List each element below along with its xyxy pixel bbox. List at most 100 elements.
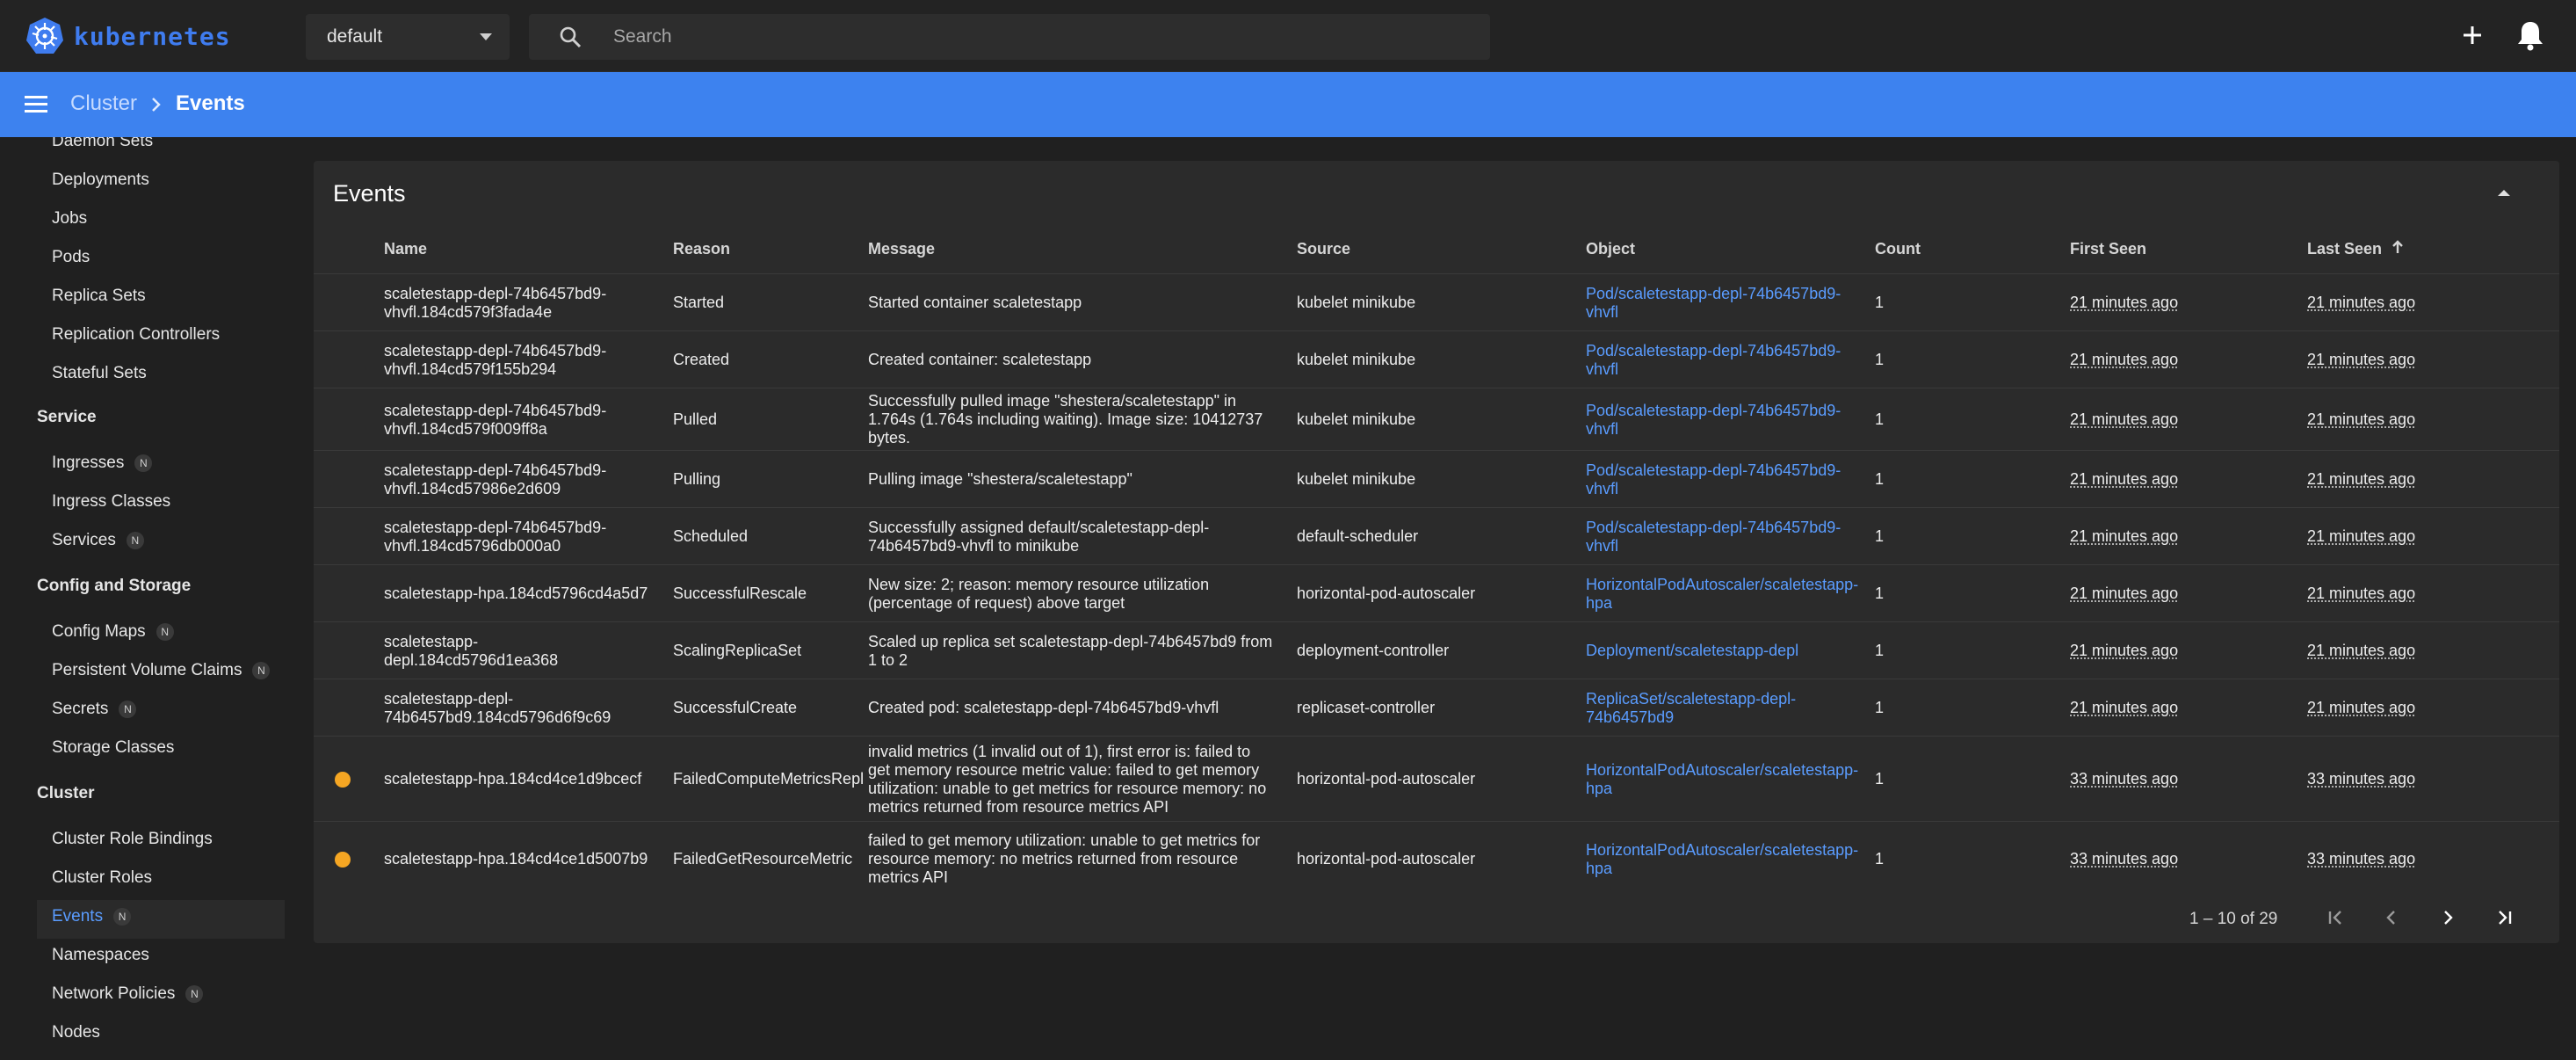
table-row[interactable]: scaletestapp-depl- 74b6457bd9.184cd5796d6…: [314, 679, 2559, 736]
plus-icon[interactable]: [2457, 19, 2488, 51]
event-last-seen-line: 33 minutes ago: [2307, 770, 2416, 788]
column-header-reason[interactable]: Reason: [673, 240, 730, 258]
sidebar-item-stateful-sets[interactable]: Stateful Sets: [52, 364, 147, 383]
event-name-line: scaletestapp-depl-: [384, 690, 514, 708]
event-object-link-line: 74b6457bd9: [1586, 708, 1675, 726]
column-header-message[interactable]: Message: [868, 240, 935, 258]
event-object-link[interactable]: Pod/scaletestapp-depl-74b6457bd9- vhvfl: [1586, 519, 1841, 555]
event-source-line: kubelet minikube: [1297, 410, 1416, 428]
event-object-link[interactable]: Pod/scaletestapp-depl-74b6457bd9- vhvfl: [1586, 342, 1841, 379]
sidebar-item-replication-controllers[interactable]: Replication Controllers: [52, 325, 220, 345]
sidebar-section-service[interactable]: Service: [37, 408, 97, 427]
sidebar-item-daemon-sets[interactable]: Daemon Sets: [52, 137, 153, 151]
event-source-line: deployment-controller: [1297, 642, 1450, 659]
sidebar-item-secrets[interactable]: Secrets N: [52, 700, 137, 719]
event-source-line: horizontal-pod-autoscaler: [1297, 584, 1476, 602]
event-object-link[interactable]: HorizontalPodAutoscaler/scaletestapp-hpa: [1586, 576, 1858, 613]
sidebar-item-config-maps[interactable]: Config Maps N: [52, 622, 174, 642]
event-last-seen: 33 minutes ago: [2307, 770, 2415, 788]
sidebar-item-services[interactable]: Services N: [52, 531, 144, 550]
table-row[interactable]: scaletestapp-depl-74b6457bd9- vhvfl.184cd…: [314, 507, 2559, 564]
sidebar-item-ingresses[interactable]: Ingresses N: [52, 454, 153, 473]
sidebar-item-label: Deployments: [52, 171, 149, 189]
event-source: kubelet minikube: [1297, 470, 1415, 489]
event-count: 1: [1875, 584, 1884, 603]
event-message: Created container: scaletestapp: [868, 351, 1091, 369]
sidebar-item-pods[interactable]: Pods: [52, 248, 90, 267]
event-count: 1: [1875, 410, 1884, 429]
event-count-line: 1: [1875, 642, 1885, 659]
table-row[interactable]: scaletestapp-hpa.184cd5796cd4a5d7 Success…: [314, 564, 2559, 621]
table-row[interactable]: scaletestapp-depl-74b6457bd9- vhvfl.184cd…: [314, 450, 2559, 507]
event-object-link-line: vhvfl: [1586, 360, 1619, 378]
column-header-object[interactable]: Object: [1586, 240, 1635, 258]
event-source-line: kubelet minikube: [1297, 351, 1416, 368]
table-row[interactable]: scaletestapp-depl-74b6457bd9- vhvfl.184cd…: [314, 273, 2559, 330]
event-object-link[interactable]: Deployment/scaletestapp-depl: [1586, 642, 1798, 660]
event-object-link[interactable]: ReplicaSet/scaletestapp-depl- 74b6457bd9: [1586, 690, 1796, 727]
first-page-icon[interactable]: [2323, 904, 2349, 931]
column-header-count[interactable]: Count: [1875, 240, 1921, 258]
event-first-seen: 21 minutes ago: [2070, 642, 2178, 660]
sidebar-item-cluster-roles[interactable]: Cluster Roles: [52, 868, 152, 888]
breadcrumb-cluster[interactable]: Cluster: [70, 91, 137, 116]
event-first-seen: 21 minutes ago: [2070, 699, 2178, 717]
column-header-last-seen[interactable]: Last Seen: [2307, 240, 2404, 258]
table-row[interactable]: scaletestapp-hpa.184cd4ce1d5007b9 FailedG…: [314, 821, 2559, 896]
event-message: Successfully pulled image "shestera/scal…: [868, 392, 1263, 447]
app-logo[interactable]: kubernetes: [25, 16, 231, 56]
event-message-line: 1 to 2: [868, 651, 908, 669]
sidebar-item-pvcs[interactable]: Persistent Volume Claims N: [52, 661, 271, 680]
collapse-icon[interactable]: [2496, 187, 2512, 198]
sidebar-section-cluster[interactable]: Cluster: [37, 784, 94, 803]
menu-icon[interactable]: [23, 93, 51, 116]
event-object-link[interactable]: HorizontalPodAutoscaler/scaletestapp-hpa: [1586, 761, 1858, 798]
event-message: Created pod: scaletestapp-depl-74b6457bd…: [868, 699, 1219, 717]
event-last-seen-line: 33 minutes ago: [2307, 850, 2416, 868]
event-count-line: 1: [1875, 584, 1885, 602]
event-object-link[interactable]: Pod/scaletestapp-depl-74b6457bd9- vhvfl: [1586, 285, 1841, 322]
event-reason-line: FailedGetResourceMetric: [673, 850, 853, 868]
event-message-line: (percentage of request) above target: [868, 594, 1125, 612]
chevron-right-icon: [152, 98, 161, 112]
event-object-link[interactable]: Pod/scaletestapp-depl-74b6457bd9- vhvfl: [1586, 461, 1841, 498]
search-input[interactable]: [613, 21, 1474, 53]
sidebar-item-replica-sets[interactable]: Replica Sets: [52, 287, 146, 306]
sidebar-item-storage-classes[interactable]: Storage Classes: [52, 738, 174, 758]
next-page-icon[interactable]: [2435, 904, 2461, 931]
column-header-source[interactable]: Source: [1297, 240, 1350, 258]
event-source-line: replicaset-controller: [1297, 699, 1436, 716]
event-message-line: invalid metrics (1 invalid out of 1), fi…: [868, 743, 1251, 760]
sidebar-item-nodes[interactable]: Nodes: [52, 1023, 100, 1042]
table-row[interactable]: scaletestapp-hpa.184cd4ce1d9bcecf FailedC…: [314, 736, 2559, 821]
event-reason: Pulling: [673, 470, 863, 489]
event-object-link[interactable]: HorizontalPodAutoscaler/scaletestapp-hpa: [1586, 841, 1858, 878]
event-name: scaletestapp-depl.184cd5796d1ea368: [384, 633, 558, 670]
prev-page-icon[interactable]: [2378, 904, 2405, 931]
column-header-first-seen[interactable]: First Seen: [2070, 240, 2146, 258]
sidebar-item-deployments[interactable]: Deployments: [52, 171, 149, 190]
table-row[interactable]: scaletestapp-depl-74b6457bd9- vhvfl.184cd…: [314, 388, 2559, 450]
search-box[interactable]: [529, 14, 1490, 60]
event-count-line: 1: [1875, 351, 1885, 368]
event-name-line: scaletestapp-hpa.184cd4ce1d5007b9: [384, 850, 648, 868]
pagination-range: 1 – 10 of 29: [2189, 910, 2278, 928]
event-reason: FailedGetResourceMetric: [673, 850, 863, 868]
event-object-link[interactable]: Pod/scaletestapp-depl-74b6457bd9- vhvfl: [1586, 402, 1841, 439]
panel-title: Events: [333, 180, 406, 207]
event-last-seen-line: 21 minutes ago: [2307, 294, 2416, 311]
sidebar-item-cluster-role-bindings[interactable]: Cluster Role Bindings: [52, 830, 213, 849]
namespace-select[interactable]: default: [306, 14, 510, 60]
sidebar-item-namespaces[interactable]: Namespaces: [52, 946, 149, 965]
sidebar-item-ingress-classes[interactable]: Ingress Classes: [52, 492, 170, 512]
sidebar-section-config-storage[interactable]: Config and Storage: [37, 577, 191, 596]
bell-icon[interactable]: [2514, 18, 2546, 53]
table-row[interactable]: scaletestapp-depl.184cd5796d1ea368 Scalin…: [314, 621, 2559, 679]
sidebar-item-jobs[interactable]: Jobs: [52, 209, 87, 229]
sidebar-item-network-policies[interactable]: Network Policies N: [52, 984, 204, 1004]
table-row[interactable]: scaletestapp-depl-74b6457bd9- vhvfl.184cd…: [314, 330, 2559, 388]
column-header-name[interactable]: Name: [384, 240, 427, 258]
last-page-icon[interactable]: [2491, 904, 2517, 931]
sidebar-item-events[interactable]: Events N: [52, 907, 132, 926]
event-object-link-line: Pod/scaletestapp-depl-74b6457bd9-: [1586, 461, 1842, 479]
